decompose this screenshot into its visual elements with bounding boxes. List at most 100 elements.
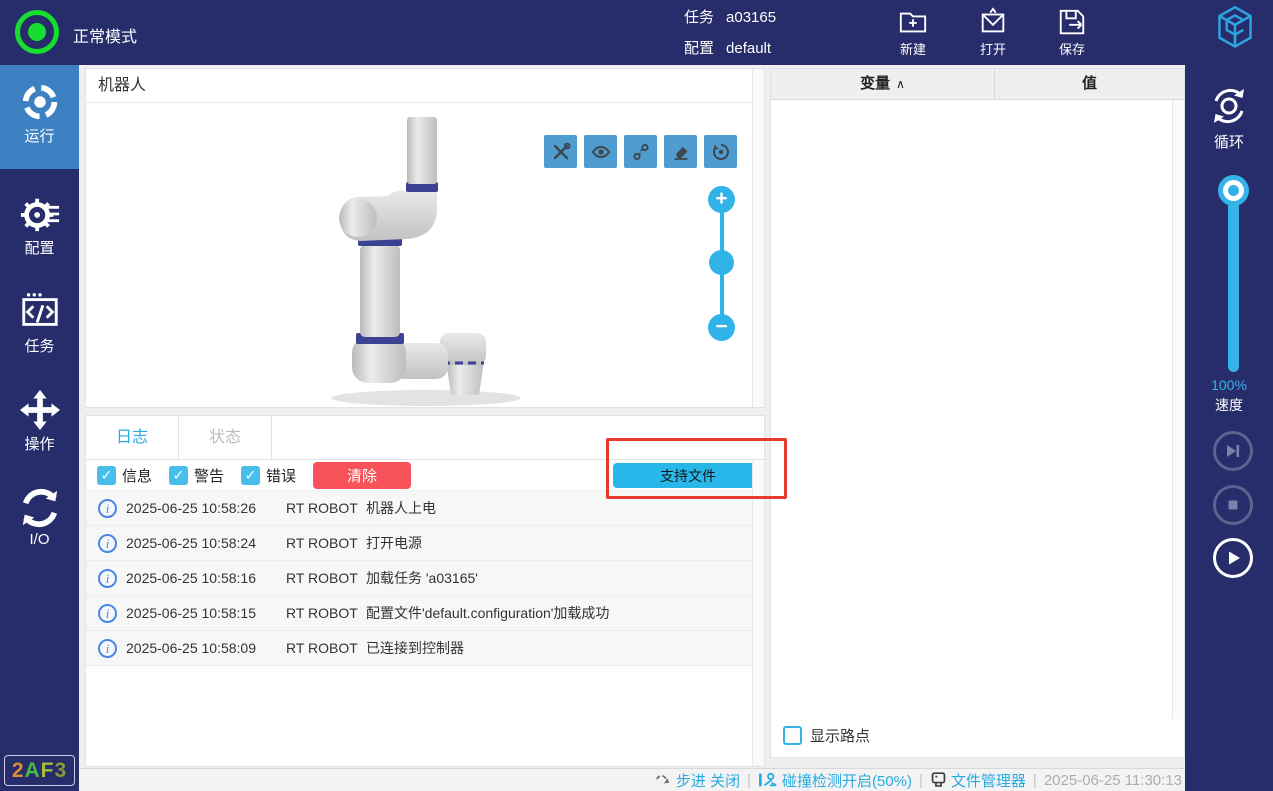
eye-icon — [591, 145, 610, 158]
check-icon: ✓ — [100, 466, 113, 483]
speed-slider-knob[interactable] — [1218, 175, 1249, 206]
log-message: 加载任务 'a03165' — [366, 570, 478, 586]
open-button[interactable]: 打开 — [964, 7, 1022, 58]
info-icon: i — [98, 533, 117, 553]
column-header-value: 值 — [995, 69, 1184, 99]
task-value: a03165 — [726, 9, 777, 26]
tab-status[interactable]: 状态 — [179, 416, 272, 459]
session-code-badge: 2AF3 — [4, 755, 75, 786]
speed-label: 速度 — [1215, 397, 1243, 413]
tools-button[interactable] — [544, 135, 577, 168]
sidebar-item-label: 操作 — [24, 436, 55, 453]
log-row[interactable]: i 2025-06-25 10:58:24 RT ROBOT 打开电源 — [86, 526, 764, 561]
log-source: RT ROBOT — [286, 535, 358, 551]
new-button[interactable]: 新建 — [884, 7, 942, 58]
play-button[interactable] — [1213, 538, 1253, 578]
log-filter-row: ✓ 信息 ✓ 警告 ✓ 错误 清除 支持文件 — [86, 460, 764, 491]
log-row[interactable]: i 2025-06-25 10:58:15 RT ROBOT 配置文件'defa… — [86, 596, 764, 631]
filter-warning-label: 警告 — [194, 467, 225, 485]
erase-button[interactable] — [664, 135, 697, 168]
brand-logo-icon — [1206, 2, 1264, 60]
log-message: 配置文件'default.configuration'加载成功 — [366, 605, 610, 621]
checkbox-error[interactable]: ✓ — [241, 465, 261, 485]
rotate-view-button[interactable] — [704, 135, 737, 168]
variable-col-label: 变量 — [860, 75, 891, 92]
run-icon — [22, 84, 57, 120]
save-button-label: 保存 — [1058, 42, 1085, 57]
clear-button[interactable]: 清除 — [313, 461, 412, 489]
show-waypoints-checkbox[interactable] — [783, 725, 802, 745]
log-time: 2025-06-25 10:58:16 — [126, 570, 256, 586]
sidebar-item-label: 任务 — [24, 338, 55, 355]
tools-icon — [553, 142, 571, 159]
variables-header: 变量 ∧ 值 — [771, 69, 1184, 100]
right-sidebar: 循环 100% 速度 — [1185, 65, 1273, 791]
top-bar: 正常模式 任务 a03165 配置 default 新建 打开 保存 — [0, 0, 1273, 65]
file-manager-label: 文件管理器 — [950, 772, 1026, 790]
path-button[interactable] — [624, 135, 657, 168]
sidebar-item-operate[interactable]: 操作 — [0, 373, 79, 473]
robot-3d-view[interactable] — [314, 111, 554, 407]
task-config-info: 任务 a03165 配置 default — [684, 2, 776, 64]
log-time: 2025-06-25 10:58:24 — [126, 535, 256, 551]
log-row[interactable]: i 2025-06-25 10:58:26 RT ROBOT 机器人上电 — [86, 491, 764, 526]
zoom-out-button[interactable]: − — [708, 314, 735, 341]
separator: | — [919, 771, 923, 789]
log-row[interactable]: i 2025-06-25 10:58:09 RT ROBOT 已连接到控制器 — [86, 631, 764, 666]
check-icon: ✓ — [244, 466, 257, 483]
loop-button[interactable]: 循环 — [1185, 83, 1273, 152]
log-message: 打开电源 — [366, 535, 422, 551]
open-file-icon — [981, 7, 1005, 33]
zoom-in-button[interactable]: + — [708, 186, 735, 213]
sidebar-item-label: I/O — [29, 531, 50, 548]
save-button[interactable]: 保存 — [1043, 7, 1101, 58]
view-toolbar — [544, 135, 737, 168]
scrollbar-groove[interactable] — [752, 461, 764, 766]
separator: | — [747, 771, 751, 789]
file-manager-link[interactable]: 文件管理器 — [930, 770, 1026, 791]
log-list: i 2025-06-25 10:58:26 RT ROBOT 机器人上电 i 2… — [86, 491, 764, 666]
support-files-button[interactable]: 支持文件 — [613, 463, 763, 488]
speed-slider-track[interactable] — [1228, 190, 1239, 372]
robot-panel-title: 机器人 — [86, 69, 764, 103]
sidebar-item-run[interactable]: 运行 — [0, 65, 79, 169]
zoom-slider-knob[interactable] — [709, 250, 734, 275]
new-folder-icon — [899, 12, 927, 33]
step-forward-button[interactable] — [1213, 431, 1253, 471]
file-manager-icon — [931, 772, 946, 787]
sidebar-item-label: 配置 — [24, 240, 55, 257]
io-cycle-icon — [22, 488, 57, 528]
log-time: 2025-06-25 10:58:09 — [126, 640, 256, 656]
show-waypoints-row: 显示路点 — [771, 719, 1184, 751]
checkbox-warning[interactable]: ✓ — [169, 465, 189, 485]
status-timestamp: 2025-06-25 11:30:13 — [1043, 771, 1182, 789]
tab-log[interactable]: 日志 — [86, 416, 179, 459]
left-sidebar: 运行 配置 任务 操作 I/O 2AF3 — [0, 65, 79, 791]
play-icon — [1229, 551, 1240, 565]
log-source: RT ROBOT — [286, 500, 358, 516]
sidebar-item-io[interactable]: I/O — [0, 471, 79, 571]
save-icon — [1059, 9, 1085, 35]
mode-label: 正常模式 — [73, 29, 138, 46]
log-row[interactable]: i 2025-06-25 10:58:16 RT ROBOT 加载任务 'a03… — [86, 561, 764, 596]
scrollbar-groove[interactable] — [1172, 100, 1184, 719]
scrollbar-groove[interactable] — [752, 69, 764, 407]
visibility-button[interactable] — [584, 135, 617, 168]
filter-info-label: 信息 — [122, 467, 153, 485]
code-window-icon — [21, 293, 58, 326]
eraser-icon — [674, 146, 687, 160]
checkbox-info[interactable]: ✓ — [97, 465, 116, 485]
info-icon: i — [98, 568, 117, 588]
plus-icon: + — [715, 187, 728, 210]
sidebar-item-config[interactable]: 配置 — [0, 177, 79, 277]
task-label: 任务 — [684, 9, 715, 26]
sidebar-item-task[interactable]: 任务 — [0, 275, 79, 375]
info-icon: i — [98, 498, 117, 518]
stop-button[interactable] — [1213, 485, 1253, 525]
rotate-icon — [712, 143, 729, 160]
step-mode-status[interactable]: 步进 关闭 — [654, 770, 740, 791]
collision-detection-status[interactable]: 碰撞检测开启(50%) — [758, 770, 912, 791]
log-tabs: 日志 状态 — [86, 416, 764, 460]
collision-label: 碰撞检测开启(50%) — [781, 772, 912, 790]
column-header-variable[interactable]: 变量 ∧ — [771, 69, 995, 99]
